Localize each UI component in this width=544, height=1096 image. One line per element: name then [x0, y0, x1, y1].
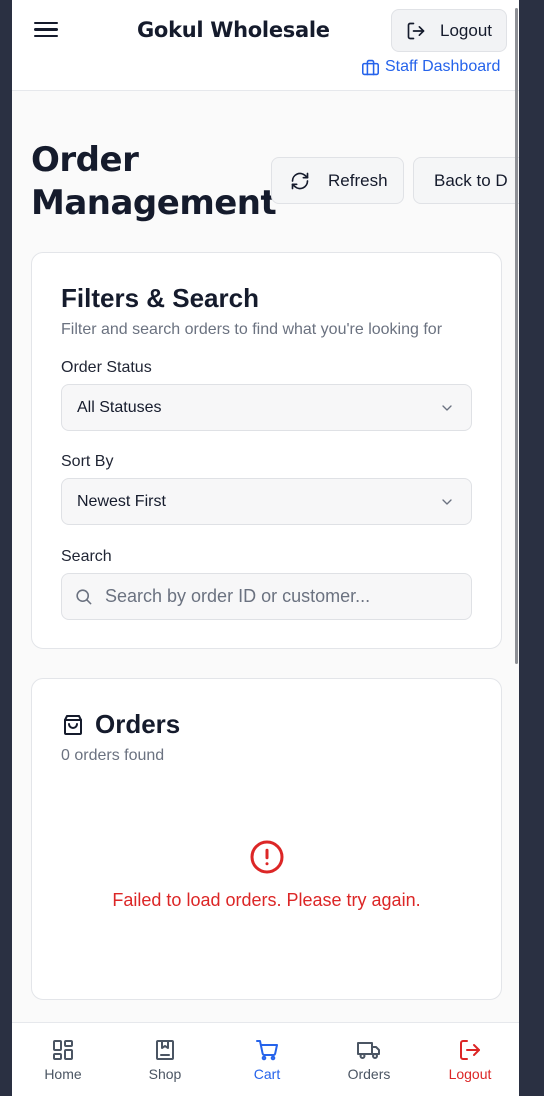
truck-icon — [357, 1042, 380, 1059]
cart-icon — [256, 1040, 278, 1061]
back-to-dashboard-button[interactable]: Back to D — [413, 157, 519, 204]
filters-card: Filters & Search Filter and search order… — [31, 252, 502, 649]
search-icon — [76, 589, 92, 605]
logout-button[interactable]: Logout — [391, 9, 507, 52]
logout-icon — [460, 1040, 480, 1060]
orders-title: Orders — [95, 709, 181, 739]
grid-icon — [53, 1040, 73, 1060]
briefcase-icon — [362, 59, 379, 75]
menu-icon[interactable] — [34, 18, 58, 42]
page-title: Order Management — [31, 139, 277, 225]
nav-item-orders[interactable]: Orders — [318, 1023, 420, 1096]
nav-label-logout: Logout — [448, 1066, 492, 1082]
order-status-value: All Statuses — [77, 398, 162, 416]
orders-card: Orders 0 orders found Failed to load ord… — [31, 678, 502, 1000]
nav-label-home: Home — [44, 1066, 82, 1082]
nav-label-shop: Shop — [148, 1066, 182, 1082]
staff-dashboard-link[interactable]: Staff Dashboard — [361, 58, 500, 76]
nav-label-orders: Orders — [347, 1066, 391, 1082]
nav-item-cart[interactable]: Cart — [216, 1023, 318, 1096]
orders-heading: Orders — [61, 709, 180, 740]
chevron-down-icon — [442, 404, 452, 411]
refresh-label: Refresh — [328, 170, 388, 190]
sort-by-select[interactable]: Newest First — [61, 478, 472, 525]
bookmark-box-icon — [156, 1040, 174, 1060]
orders-count: 0 orders found — [61, 747, 165, 764]
sort-by-label: Sort By — [61, 453, 114, 470]
order-status-select[interactable]: All Statuses — [61, 384, 472, 431]
back-label: Back to D — [434, 170, 508, 190]
app-frame: Gokul Wholesale Logout Staff Dashboard O… — [12, 0, 519, 1096]
shopping-bag-icon — [64, 714, 82, 735]
staff-dashboard-label: Staff Dashboard — [385, 58, 501, 75]
scrollbar[interactable] — [515, 8, 518, 664]
page-title-line2: Management — [31, 183, 277, 223]
nav-item-home[interactable]: Home — [12, 1023, 114, 1096]
order-status-label: Order Status — [61, 359, 152, 376]
brand-title: Gokul Wholesale — [137, 18, 330, 42]
bottom-nav: Home Shop Cart Orders Logout — [12, 1022, 519, 1096]
refresh-button[interactable]: Refresh — [271, 157, 404, 204]
search-label: Search — [61, 548, 112, 565]
sort-by-value: Newest First — [77, 492, 166, 510]
search-input[interactable] — [105, 586, 445, 607]
top-header: Gokul Wholesale Logout Staff Dashboard — [12, 0, 519, 91]
nav-item-logout[interactable]: Logout — [419, 1023, 519, 1096]
page-title-line1: Order — [31, 140, 139, 180]
error-message: Failed to load orders. Please try again. — [112, 890, 421, 910]
filters-subtitle: Filter and search orders to find what yo… — [61, 321, 443, 338]
alert-circle-icon — [250, 840, 284, 874]
search-field[interactable] — [61, 573, 472, 620]
refresh-icon — [291, 172, 309, 189]
nav-item-shop[interactable]: Shop — [114, 1023, 216, 1096]
nav-label-cart: Cart — [253, 1066, 281, 1082]
filters-title: Filters & Search — [61, 283, 259, 313]
logout-icon — [407, 22, 425, 39]
logout-button-label: Logout — [440, 20, 492, 40]
chevron-down-icon — [442, 498, 452, 505]
